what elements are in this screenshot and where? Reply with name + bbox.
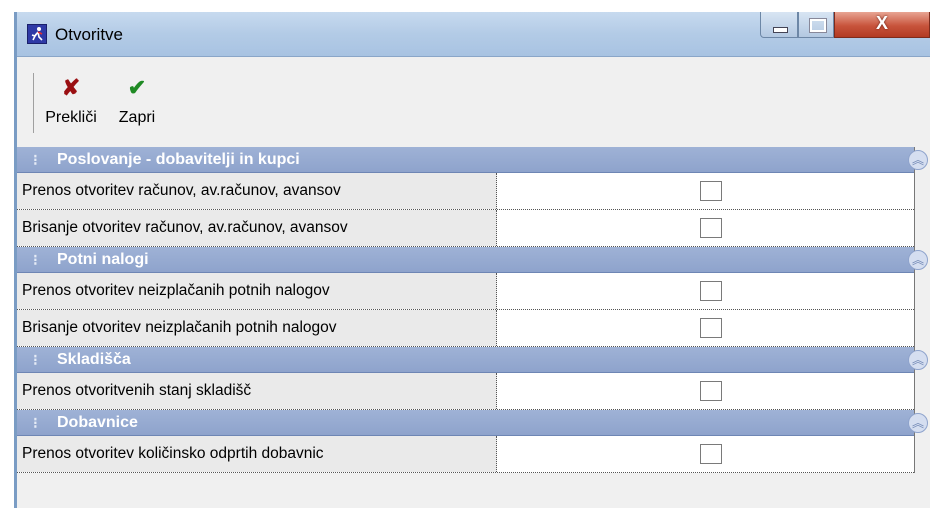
close-button[interactable]: ✔ Zapri [107, 75, 167, 135]
collapse-icon[interactable]: ︽ [908, 350, 928, 370]
collapse-icon[interactable]: ︽ [908, 413, 928, 433]
grip-icon: ⁝ [33, 415, 38, 432]
close-button-label: Zapri [118, 109, 156, 126]
option-label-cell: Brisanje otvoritev računov, av.računov, … [17, 210, 497, 246]
option-checkbox[interactable] [700, 381, 722, 401]
green-check-icon: ✔ [127, 75, 147, 100]
option-label: Brisanje otvoritev računov, av.računov, … [22, 219, 348, 236]
option-row: Prenos otvoritev računov, av.računov, av… [17, 173, 914, 210]
dialog-content: ✘ Prekliči ✔ Zapri ⁝ Poslovanje - dobavi… [17, 56, 930, 508]
option-row: Brisanje otvoritev neizplačanih potnih n… [17, 310, 914, 347]
close-icon: X [875, 13, 888, 33]
minimize-button[interactable] [760, 12, 798, 38]
option-label: Brisanje otvoritev neizplačanih potnih n… [22, 319, 337, 336]
maximize-button[interactable] [798, 12, 834, 38]
option-label: Prenos otvoritev neizplačanih potnih nal… [22, 282, 330, 299]
section-header[interactable]: ⁝ Poslovanje - dobavitelji in kupci ︽ [17, 147, 928, 173]
minimize-icon [773, 27, 788, 33]
option-row: Prenos otvoritev količinsko odprtih doba… [17, 436, 914, 473]
close-window-button[interactable]: X [834, 12, 930, 38]
option-label: Prenos otvoritev količinsko odprtih doba… [22, 445, 324, 462]
cancel-button-label: Prekliči [45, 109, 97, 126]
title-bar[interactable]: Otvoritve X [17, 12, 930, 56]
dialog-window: Otvoritve X ✘ Prekliči ✔ Zapri ⁝ Poslova… [14, 12, 930, 508]
option-label-cell: Prenos otvoritvenih stanj skladišč [17, 373, 497, 409]
section-title: Skladišča [57, 351, 131, 368]
option-label: Prenos otvoritvenih stanj skladišč [22, 382, 252, 399]
option-label: Prenos otvoritev računov, av.računov, av… [22, 182, 341, 199]
section-title: Dobavnice [57, 414, 138, 431]
options-grid: ⁝ Poslovanje - dobavitelji in kupci ︽ Pr… [17, 147, 928, 473]
collapse-icon[interactable]: ︽ [908, 250, 928, 270]
option-row: Prenos otvoritvenih stanj skladišč [17, 373, 914, 410]
window-title: Otvoritve [55, 25, 124, 44]
section-title: Poslovanje - dobavitelji in kupci [57, 151, 300, 168]
red-x-icon: ✘ [61, 75, 81, 100]
option-checkbox[interactable] [700, 318, 722, 338]
option-checkbox[interactable] [700, 281, 722, 301]
option-row: Prenos otvoritev neizplačanih potnih nal… [17, 273, 914, 310]
cancel-button[interactable]: ✘ Prekliči [37, 75, 105, 135]
option-checkbox[interactable] [700, 444, 722, 464]
toolbar: ✘ Prekliči ✔ Zapri [17, 57, 930, 147]
option-row: Brisanje otvoritev računov, av.računov, … [17, 210, 914, 247]
grip-icon: ⁝ [33, 152, 38, 169]
grip-icon: ⁝ [33, 252, 38, 269]
section-header[interactable]: ⁝ Potni nalogi ︽ [17, 247, 928, 273]
collapse-icon[interactable]: ︽ [908, 150, 928, 170]
grip-icon: ⁝ [33, 352, 38, 369]
option-label-cell: Prenos otvoritev količinsko odprtih doba… [17, 436, 497, 472]
section-header[interactable]: ⁝ Dobavnice ︽ [17, 410, 928, 436]
option-checkbox[interactable] [700, 218, 722, 238]
option-label-cell: Prenos otvoritev neizplačanih potnih nal… [17, 273, 497, 309]
toolbar-grip [33, 73, 34, 133]
section-header[interactable]: ⁝ Skladišča ︽ [17, 347, 928, 373]
option-checkbox[interactable] [700, 181, 722, 201]
maximize-icon [809, 18, 827, 33]
section-title: Potni nalogi [57, 251, 149, 268]
app-icon [27, 24, 47, 44]
option-label-cell: Brisanje otvoritev neizplačanih potnih n… [17, 310, 497, 346]
option-label-cell: Prenos otvoritev računov, av.računov, av… [17, 173, 497, 209]
